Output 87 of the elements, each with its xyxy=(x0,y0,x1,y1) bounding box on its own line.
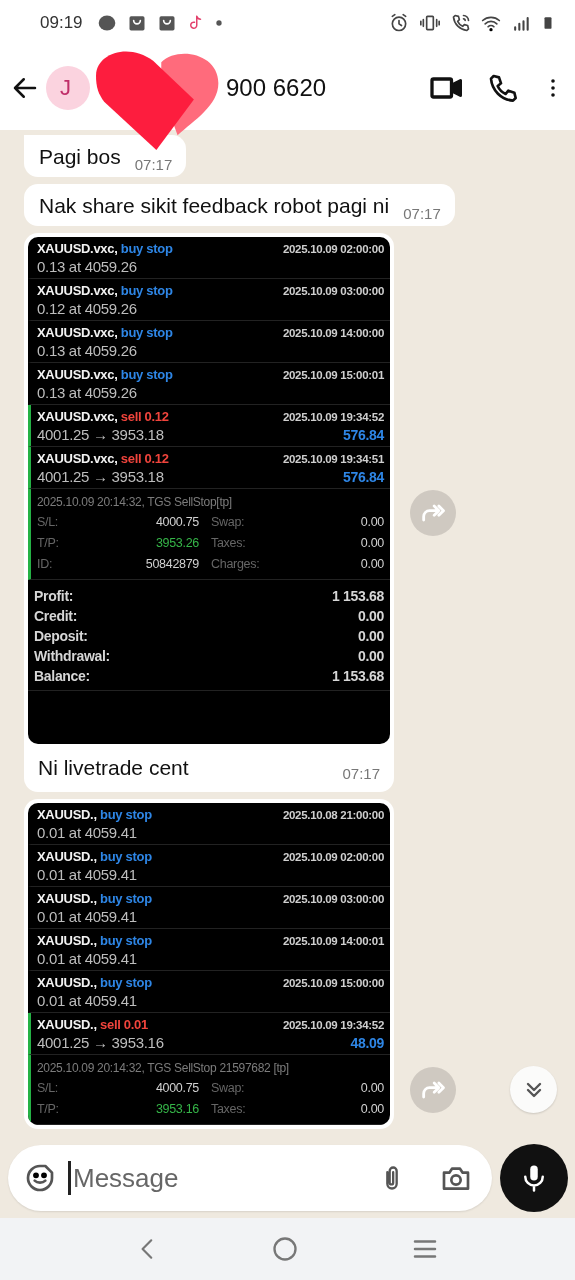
trade-time: 2025.10.09 03:00:00 xyxy=(282,285,384,297)
field-label: S/L: xyxy=(37,514,60,531)
trade-title: XAUUSD.vxc, buy stop xyxy=(37,366,173,383)
status-time: 09:19 xyxy=(40,12,83,33)
scroll-down-button[interactable] xyxy=(510,1066,557,1113)
trade-detail: 0.01 at 4059.41 xyxy=(37,991,137,1011)
trade-detail: 4001.25 → 3953.18 xyxy=(37,425,164,445)
trade-time: 2025.10.09 03:00:00 xyxy=(282,893,384,905)
trade-time: 2025.10.09 19:34:52 xyxy=(282,411,384,423)
sticker-face-icon[interactable] xyxy=(24,1162,56,1194)
trade-title: XAUUSD., buy stop xyxy=(37,932,152,949)
message-text: Nak share sikit feedback robot pagi ni xyxy=(39,193,390,219)
field-label: Charges: xyxy=(211,556,261,573)
field-value: 0.00 xyxy=(360,514,384,531)
field-label: Swap: xyxy=(211,514,246,531)
trade-comment: 2025.10.09 20:14:32, TGS SellStop 21597682 [tp] xyxy=(37,1060,290,1077)
trade-title: XAUUSD., buy stop xyxy=(37,890,152,907)
trade-title: XAUUSD.vxc, buy stop xyxy=(37,324,173,341)
trade-detail: 0.13 at 4059.26 xyxy=(37,383,137,403)
field-value: 0.00 xyxy=(360,535,384,552)
contact-avatar[interactable]: J xyxy=(46,65,90,110)
summary-label: Credit: xyxy=(34,607,77,626)
trade-title: XAUUSD., buy stop xyxy=(37,848,152,865)
trade-detail: 0.01 at 4059.41 xyxy=(37,865,137,885)
field-value: 0.00 xyxy=(360,556,384,573)
field-label: T/P: xyxy=(37,1101,60,1118)
message-field[interactable]: Message xyxy=(8,1145,492,1211)
summary-value: 1 153.68 xyxy=(331,587,384,606)
field-label: Swap: xyxy=(211,1080,246,1097)
trade-detail: 0.12 at 4059.26 xyxy=(37,299,137,319)
alarm-icon xyxy=(389,12,409,33)
trade-detail: 4001.25 → 3953.18 xyxy=(37,467,164,487)
trade-time: 2025.10.08 21:00:00 xyxy=(282,809,384,821)
trade-profit: 48.09 xyxy=(350,1035,384,1051)
trade-title: XAUUSD., sell 0.01 xyxy=(37,1016,148,1033)
summary-label: Deposit: xyxy=(34,627,88,646)
summary-label: Balance: xyxy=(34,667,90,686)
trade-detail: 0.13 at 4059.26 xyxy=(37,257,137,277)
message-time: 07:17 xyxy=(134,156,173,173)
summary-label: Withdrawal: xyxy=(34,647,110,666)
summary-value: 0.00 xyxy=(357,607,384,626)
trade-time: 2025.10.09 14:00:01 xyxy=(282,935,384,947)
dot-icon xyxy=(214,18,223,27)
trade-title: XAUUSD.vxc, sell 0.12 xyxy=(37,450,169,467)
field-value: 0.00 xyxy=(360,1101,384,1118)
field-value: 0.00 xyxy=(360,1080,384,1097)
trade-title: XAUUSD., buy stop xyxy=(37,974,152,991)
summary-label: Profit: xyxy=(34,587,74,606)
message-text: Pagi bos xyxy=(39,144,121,170)
trade-title: XAUUSD.vxc, buy stop xyxy=(37,282,173,299)
summary-value: 0.00 xyxy=(357,647,384,666)
trade-detail: 0.01 at 4059.41 xyxy=(37,949,137,969)
call-wifi-icon xyxy=(451,12,471,33)
contact-name[interactable]: 900 6620 xyxy=(226,73,407,102)
field-label: Taxes: xyxy=(211,535,247,552)
trade-detail: 4001.25 → 3953.16 xyxy=(37,1033,164,1053)
trade-title: XAUUSD.vxc, sell 0.12 xyxy=(37,408,169,425)
message-time: 07:17 xyxy=(342,765,380,782)
trade-comment: 2025.10.09 20:14:32, TGS SellStop[tp] xyxy=(37,494,233,511)
field-value: 4000.75 xyxy=(154,1080,199,1097)
trade-title: XAUUSD.vxc, buy stop xyxy=(37,240,173,257)
trade-profit: 576.84 xyxy=(342,427,384,443)
trade-time: 2025.10.09 19:34:51 xyxy=(282,453,384,465)
message-time: 07:17 xyxy=(403,205,441,222)
trade-detail: 0.01 at 4059.41 xyxy=(37,823,137,843)
message-text: Ni livetrade cent xyxy=(38,755,189,781)
trade-time: 2025.10.09 02:00:00 xyxy=(282,851,384,863)
summary-value: 1 153.68 xyxy=(331,667,384,686)
trade-time: 2025.10.09 14:00:00 xyxy=(282,327,384,339)
trade-detail: 0.01 at 4059.41 xyxy=(37,907,137,927)
field-value: 50842879 xyxy=(144,556,199,573)
field-label: S/L: xyxy=(37,1080,60,1097)
field-value: 3953.16 xyxy=(154,1101,199,1118)
field-value: 4000.75 xyxy=(154,514,199,531)
field-label: T/P: xyxy=(37,535,60,552)
trade-time: 2025.10.09 15:00:01 xyxy=(282,369,384,381)
trade-time: 2025.10.09 19:34:52 xyxy=(282,1019,384,1031)
field-label: Taxes: xyxy=(211,1101,247,1118)
trade-title: XAUUSD., buy stop xyxy=(37,806,152,823)
trade-time: 2025.10.09 02:00:00 xyxy=(282,243,384,255)
home-circle-icon[interactable] xyxy=(271,1235,300,1263)
field-label: ID: xyxy=(37,556,54,573)
field-value: 3953.26 xyxy=(154,535,199,552)
trade-detail: 0.13 at 4059.26 xyxy=(37,341,137,361)
summary-value: 0.00 xyxy=(357,627,384,646)
trade-time: 2025.10.09 15:00:00 xyxy=(282,977,384,989)
trade-profit: 576.84 xyxy=(342,469,384,485)
